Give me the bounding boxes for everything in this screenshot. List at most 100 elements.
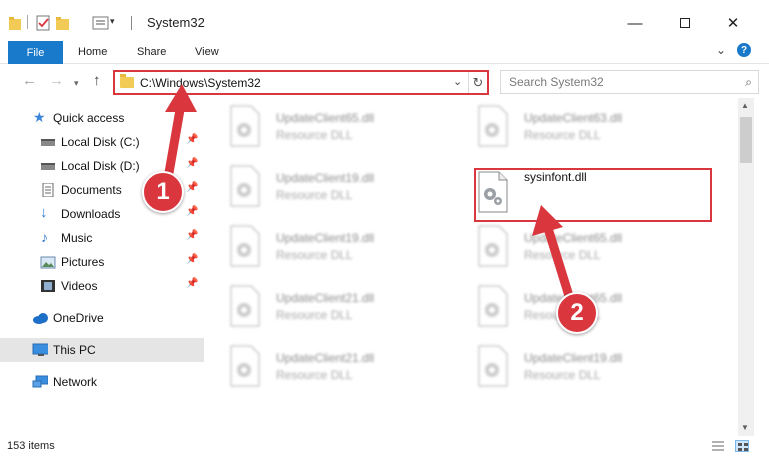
file-item[interactable]: UpdateClient65.dll Resource DLL — [476, 224, 716, 280]
music-icon: ♪ — [41, 229, 48, 245]
file-type: Resource DLL — [276, 188, 353, 202]
details-view-icon[interactable] — [711, 440, 725, 452]
step-1-badge: 1 — [142, 171, 184, 213]
dll-file-icon — [230, 105, 260, 147]
tab-share[interactable]: Share — [137, 46, 166, 58]
dll-file-icon — [230, 285, 260, 327]
view-options-icon[interactable] — [92, 14, 110, 32]
file-item[interactable]: UpdateClient65.dll Resource DLL — [228, 104, 468, 160]
sidebar-item-label: Local Disk (D:) — [61, 159, 140, 173]
pin-icon[interactable]: 📌 — [186, 182, 198, 193]
scrollbar-thumb[interactable] — [740, 117, 752, 163]
file-name: UpdateClient21.dll — [276, 291, 375, 305]
file-name: UpdateClient19.dll — [276, 171, 375, 185]
dll-file-icon — [478, 105, 508, 147]
file-type: Resource DLL — [276, 308, 353, 322]
minimize-icon: — — [627, 14, 643, 32]
file-item[interactable]: UpdateClient21.dll Resource DLL — [228, 344, 468, 400]
vertical-scrollbar[interactable]: ▲ ▼ — [738, 98, 754, 436]
dll-file-icon — [230, 345, 260, 387]
pin-icon[interactable]: 📌 — [186, 254, 198, 265]
pin-icon[interactable]: 📌 — [186, 158, 198, 169]
file-item[interactable]: UpdateClient19.dll Resource DLL — [476, 344, 716, 400]
file-item[interactable]: UpdateClient21.dll Resource DLL — [228, 284, 468, 340]
sidebar-item-quick-access[interactable]: ★ Quick access — [0, 106, 204, 130]
tab-file[interactable]: File — [8, 41, 63, 64]
window-title: System32 — [147, 15, 205, 30]
search-input[interactable]: Search System32 — [509, 75, 604, 89]
dll-file-icon — [478, 285, 508, 327]
network-icon — [32, 375, 48, 388]
file-name: UpdateClient65.dll — [276, 111, 375, 125]
address-path[interactable]: C:\Windows\System32 — [140, 76, 261, 90]
large-icons-view-icon[interactable] — [735, 440, 749, 452]
file-item[interactable]: UpdateClient19.dll Resource DLL — [228, 164, 468, 220]
navigation-bar: ← → ▾ ↑ C:\Windows\System32 ⌄ ↻ Search S… — [0, 64, 769, 98]
sidebar-item-label: This PC — [53, 343, 96, 357]
sidebar-item-label: Downloads — [61, 207, 121, 221]
search-box[interactable]: Search System32 ⌕ — [500, 70, 759, 94]
dll-file-icon — [478, 225, 508, 267]
folder-icon — [120, 74, 134, 88]
forward-arrow-icon[interactable]: → — [49, 73, 64, 88]
pin-icon[interactable]: 📌 — [186, 230, 198, 241]
address-dropdown-chevron-icon[interactable]: ⌄ — [453, 75, 462, 88]
file-item[interactable]: UpdateClient63.dll Resource DLL — [476, 104, 716, 160]
file-item[interactable]: UpdateClient19.dll Resource DLL — [228, 224, 468, 280]
item-count: 153 items — [7, 440, 55, 452]
pin-icon[interactable]: 📌 — [186, 206, 198, 217]
pictures-icon — [40, 256, 56, 269]
documents-icon — [42, 183, 54, 197]
pin-icon[interactable]: 📌 — [186, 278, 198, 289]
file-type: Resource DLL — [276, 368, 353, 382]
dll-file-icon — [230, 225, 260, 267]
sidebar-item-label: Documents — [61, 183, 122, 197]
maximize-icon — [680, 18, 690, 28]
scroll-down-arrow-icon[interactable]: ▼ — [741, 423, 749, 432]
sidebar-item-label: Network — [53, 375, 98, 389]
up-arrow-icon[interactable]: ↑ — [93, 73, 101, 88]
sidebar-item-pictures[interactable]: Pictures 📌 — [0, 250, 204, 274]
navigation-pane: ★ Quick access Local Disk (C:) 📌 Local D… — [0, 98, 204, 436]
file-type: Resource DLL — [524, 128, 601, 142]
sidebar-item-network[interactable]: Network — [0, 370, 204, 394]
close-icon: ✕ — [726, 15, 740, 32]
sidebar-item-onedrive[interactable]: OneDrive — [0, 306, 204, 330]
ribbon-tabs: File Home Share View ⌄ ? — [0, 38, 769, 64]
address-bar[interactable]: C:\Windows\System32 ⌄ ↻ — [113, 70, 489, 95]
sidebar-item-this-pc[interactable]: This PC — [0, 338, 204, 362]
recent-locations-chevron-icon[interactable]: ▾ — [74, 76, 79, 91]
dll-file-icon — [230, 165, 260, 207]
file-highlight-box — [474, 168, 712, 222]
tab-home[interactable]: Home — [78, 46, 107, 58]
pin-icon[interactable]: 📌 — [186, 134, 198, 145]
refresh-button[interactable]: ↻ — [468, 72, 487, 93]
tab-view[interactable]: View — [195, 46, 219, 58]
cloud-icon — [33, 313, 48, 324]
file-name: UpdateClient19.dll — [524, 351, 623, 365]
customize-qa-chevron-icon[interactable]: ▾ — [110, 16, 115, 34]
file-name: UpdateClient21.dll — [276, 351, 375, 365]
back-arrow-icon[interactable]: ← — [22, 73, 37, 88]
refresh-icon: ↻ — [472, 74, 484, 90]
title-bar: ▾ System32 — ✕ — [0, 0, 769, 38]
expand-ribbon-chevron-icon[interactable]: ⌄ — [716, 43, 726, 57]
sidebar-item-videos[interactable]: Videos 📌 — [0, 274, 204, 298]
new-folder-icon[interactable] — [55, 14, 71, 32]
file-name: UpdateClient65.dll — [524, 231, 623, 245]
minimize-button[interactable]: — — [612, 8, 658, 38]
file-name: UpdateClient63.dll — [524, 111, 623, 125]
close-button[interactable]: ✕ — [710, 8, 756, 38]
sidebar-item-local-disk-c[interactable]: Local Disk (C:) 📌 — [0, 130, 204, 154]
download-icon: ↓ — [40, 204, 48, 221]
scroll-up-arrow-icon[interactable]: ▲ — [741, 101, 749, 110]
help-button[interactable]: ? — [737, 43, 751, 57]
sidebar-item-label: Videos — [61, 279, 98, 293]
videos-icon — [41, 280, 55, 292]
sidebar-item-label: Music — [61, 231, 93, 245]
maximize-button[interactable] — [662, 8, 708, 38]
sidebar-item-label: Pictures — [61, 255, 105, 269]
folder-icon — [9, 17, 21, 30]
properties-icon[interactable] — [35, 14, 51, 32]
sidebar-item-music[interactable]: ♪ Music 📌 — [0, 226, 204, 250]
